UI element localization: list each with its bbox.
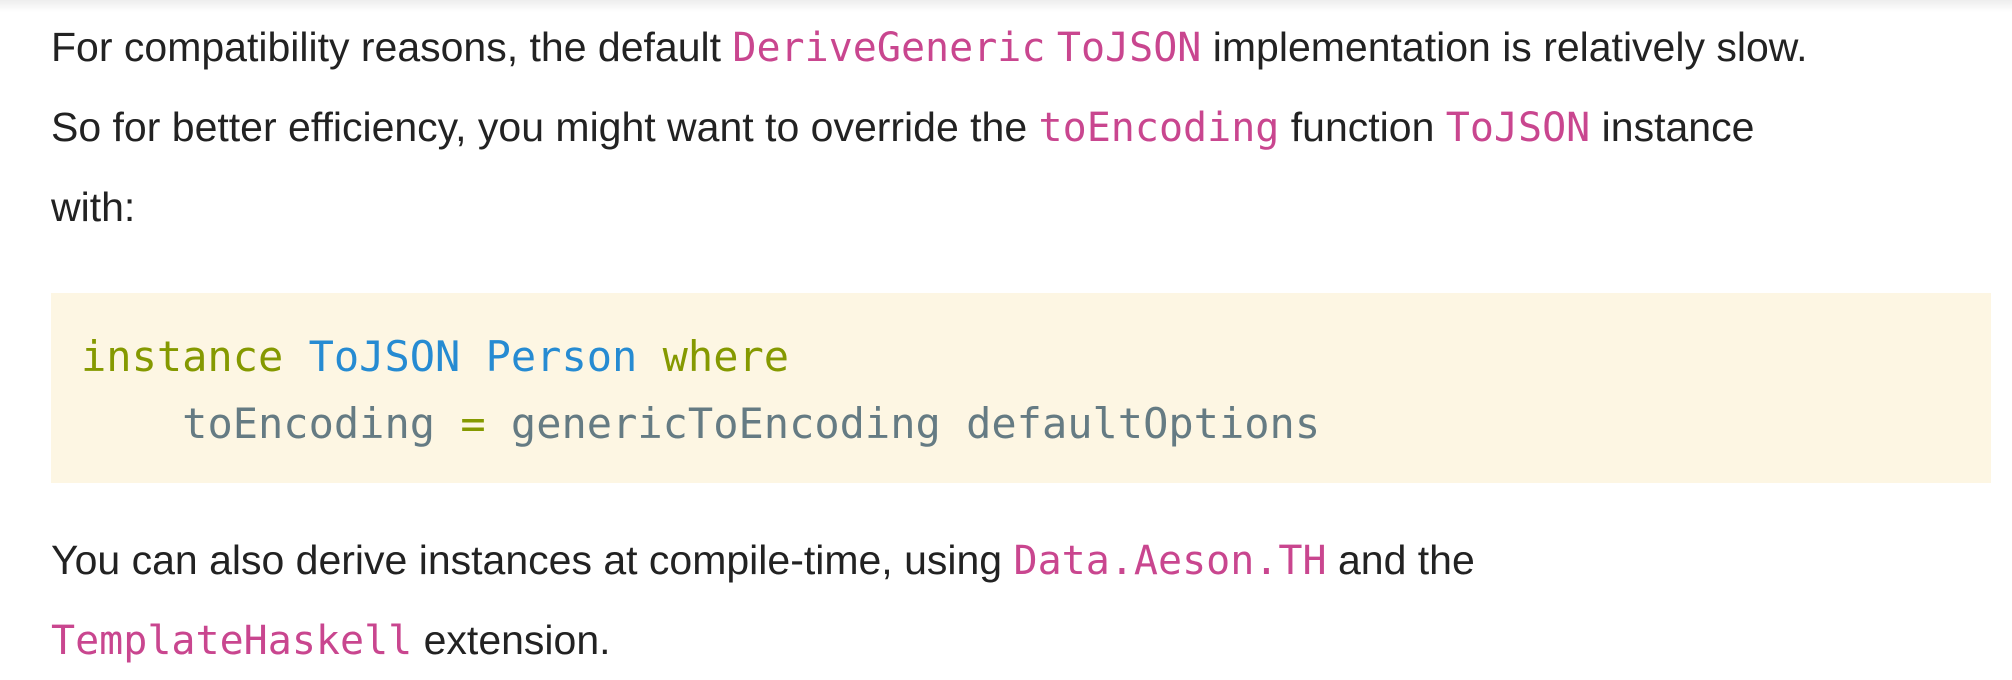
keyword-token: instance [81,332,284,381]
paragraph-line: For compatibility reasons, the default D… [51,8,1808,88]
text: So for better efficiency, you might want… [51,104,1039,150]
paragraph-line: So for better efficiency, you might want… [51,88,1808,168]
type-token: ToJSON [308,332,461,381]
text: with: [51,184,136,230]
code-listing[interactable]: instance ToJSON Person where toEncoding … [81,323,1961,457]
identifier-token: genericToEncoding [510,399,941,448]
text: and the [1326,537,1475,583]
paragraph-template-haskell: You can also derive instances at compile… [51,521,1475,680]
paragraph-derive-generic: For compatibility reasons, the default D… [51,8,1808,247]
paragraph-line: TemplateHaskell extension. [51,601,1475,680]
paragraph-line: with: [51,168,1808,247]
keyword-token: where [662,332,790,381]
inline-code-data-aeson-th: Data.Aeson.TH [1013,538,1327,584]
inline-code-tojson: ToJSON [1056,25,1202,71]
inline-code-tojson: ToJSON [1445,105,1591,151]
inline-code-toencoding: toEncoding [1038,105,1280,151]
code-line: toEncoding = genericToEncoding defaultOp… [81,399,1320,448]
text [1045,24,1056,70]
text: For compatibility reasons, the default [51,24,733,70]
inline-code-derivegeneric: DeriveGeneric [732,25,1046,71]
inline-code-templatehaskell: TemplateHaskell [51,618,413,664]
text: extension. [412,617,611,663]
text: function [1279,104,1446,150]
code-line: instance ToJSON Person where [81,332,789,381]
type-token: Person [485,332,638,381]
identifier-token: defaultOptions [966,399,1321,448]
text: You can also derive instances at compile… [51,537,1014,583]
paragraph-line: You can also derive instances at compile… [51,521,1475,601]
text: implementation is relatively slow. [1201,24,1808,70]
identifier-token: toEncoding [182,399,436,448]
operator-token: = [460,399,486,448]
code-block[interactable]: instance ToJSON Person where toEncoding … [51,293,1991,483]
text: instance [1590,104,1755,150]
